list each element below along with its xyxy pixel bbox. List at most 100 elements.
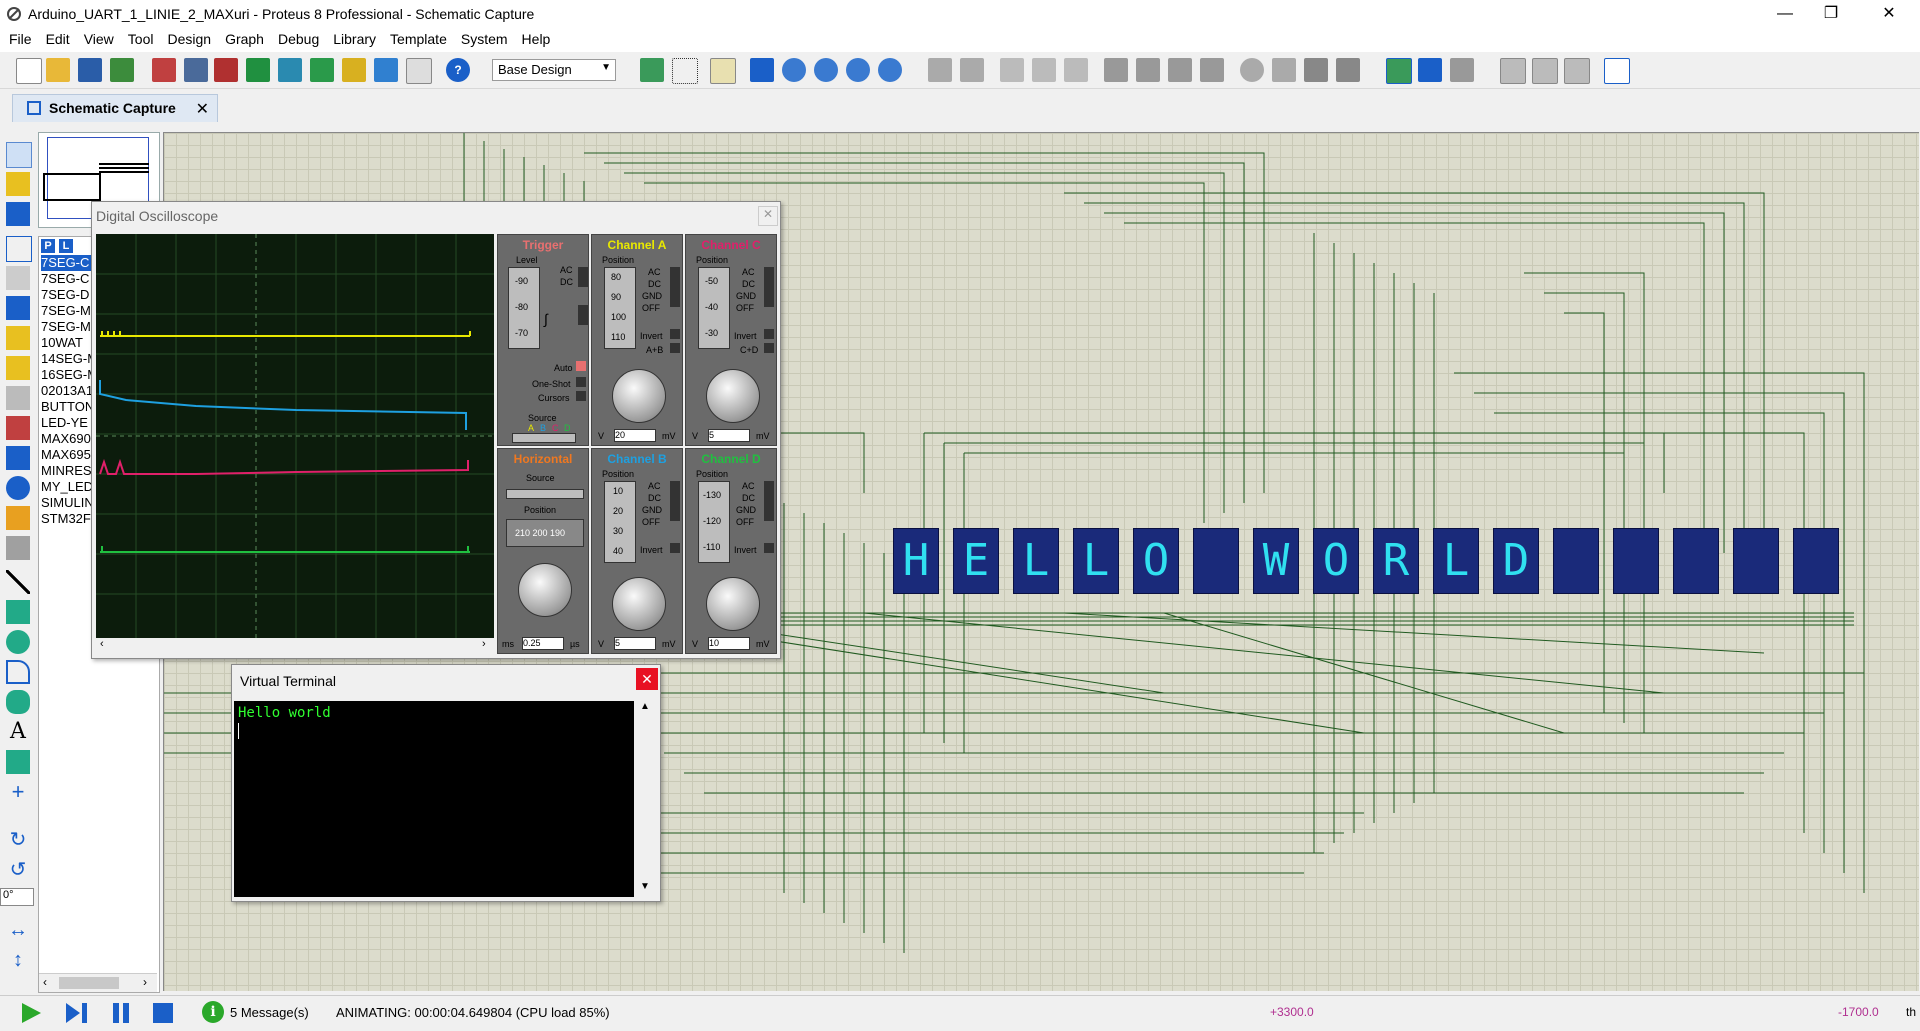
- line-tool-icon[interactable]: [6, 570, 30, 594]
- save-icon[interactable]: [78, 58, 102, 82]
- virtual-instruments-icon[interactable]: [6, 536, 30, 560]
- close-tab-icon[interactable]: ✕: [196, 99, 209, 119]
- scroll-right-icon[interactable]: ›: [482, 638, 486, 650]
- scroll-right-icon[interactable]: ›: [143, 975, 147, 989]
- channel-d-invert-button[interactable]: [764, 543, 774, 553]
- rotate-anticlockwise-icon[interactable]: ↺: [6, 858, 30, 882]
- cut-icon[interactable]: [1000, 58, 1024, 82]
- channel-d-gain-knob[interactable]: [706, 577, 760, 631]
- refresh-icon[interactable]: [640, 58, 664, 82]
- help-icon[interactable]: ?: [446, 58, 470, 82]
- menu-design[interactable]: Design: [160, 28, 218, 50]
- text-script-icon[interactable]: [6, 266, 30, 290]
- bom-icon[interactable]: [310, 58, 334, 82]
- horizontal-source-slider[interactable]: [506, 489, 584, 499]
- library-manager-button[interactable]: L: [59, 239, 73, 253]
- home-icon[interactable]: [152, 58, 176, 82]
- one-shot-button[interactable]: [576, 377, 586, 387]
- scroll-up-icon[interactable]: ▲: [640, 701, 650, 712]
- scroll-left-icon[interactable]: ‹: [43, 975, 47, 989]
- menu-file[interactable]: File: [2, 28, 39, 50]
- menu-view[interactable]: View: [77, 28, 121, 50]
- path-tool-icon[interactable]: [6, 690, 30, 714]
- pan-icon[interactable]: [750, 58, 774, 82]
- device-panel-scrollbar[interactable]: ‹ ›: [39, 973, 157, 992]
- property-tool-icon[interactable]: [1450, 58, 1474, 82]
- channel-c-invert-button[interactable]: [764, 329, 774, 339]
- terminal-screen[interactable]: Hello world: [234, 701, 634, 897]
- channel-a-invert-button[interactable]: [670, 329, 680, 339]
- marker-tool-icon[interactable]: +: [6, 780, 30, 804]
- tape-recorder-icon[interactable]: [6, 446, 30, 470]
- menu-system[interactable]: System: [454, 28, 515, 50]
- channel-c-sum-button[interactable]: [764, 343, 774, 353]
- channel-a-mode-switch[interactable]: [670, 267, 680, 307]
- pick-device-icon[interactable]: [1240, 58, 1264, 82]
- zoom-area-icon[interactable]: [878, 58, 902, 82]
- schematic-icon[interactable]: [184, 58, 208, 82]
- channel-c-position-dial[interactable]: -50 -40 -30: [698, 267, 730, 349]
- source-slider[interactable]: [512, 433, 576, 443]
- stop-icon[interactable]: [152, 1002, 174, 1024]
- edge-switch[interactable]: [578, 305, 588, 325]
- generator-icon[interactable]: [6, 476, 30, 500]
- maximize-button[interactable]: ❐: [1808, 0, 1854, 28]
- mirror-x-icon[interactable]: ↔: [6, 918, 30, 942]
- channel-b-gain-knob[interactable]: [612, 577, 666, 631]
- design-select[interactable]: Base Design ▼: [492, 59, 616, 81]
- wire-autorouter-icon[interactable]: [1386, 58, 1412, 84]
- box-tool-icon[interactable]: [6, 600, 30, 624]
- menu-graph[interactable]: Graph: [218, 28, 271, 50]
- terminals-icon[interactable]: [6, 356, 30, 380]
- channel-a-gain-knob[interactable]: [612, 369, 666, 423]
- channel-b-invert-button[interactable]: [670, 543, 680, 553]
- terminal-scrollbar[interactable]: ▲ ▼: [634, 701, 656, 897]
- new-file-icon[interactable]: [16, 58, 42, 84]
- rotate-clockwise-icon[interactable]: ↻: [6, 828, 30, 852]
- channel-a-position-dial[interactable]: 80 90 100 110: [604, 267, 636, 349]
- step-icon[interactable]: [64, 1002, 90, 1024]
- channel-d-position-dial[interactable]: -130 -120 -110: [698, 481, 730, 563]
- close-oscilloscope-icon[interactable]: ✕: [758, 206, 778, 226]
- block-copy-icon[interactable]: [1104, 58, 1128, 82]
- buses-icon[interactable]: [6, 296, 30, 320]
- exit-to-parent-icon[interactable]: [1564, 58, 1590, 84]
- menu-tool[interactable]: Tool: [121, 28, 161, 50]
- new-sheet-icon[interactable]: [1500, 58, 1526, 84]
- close-terminal-icon[interactable]: ✕: [636, 668, 658, 690]
- menu-library[interactable]: Library: [326, 28, 383, 50]
- electrical-rule-check-icon[interactable]: [1604, 58, 1630, 84]
- zoom-in-icon[interactable]: [782, 58, 806, 82]
- channel-c-mode-switch[interactable]: [764, 267, 774, 307]
- block-rotate-icon[interactable]: [1168, 58, 1192, 82]
- redo-icon[interactable]: [960, 58, 984, 82]
- voltage-probe-icon[interactable]: [6, 506, 30, 530]
- notes-icon[interactable]: [406, 58, 432, 84]
- subcircuit-icon[interactable]: [6, 326, 30, 350]
- copy-icon[interactable]: [1032, 58, 1056, 82]
- gerber-icon[interactable]: [246, 58, 270, 82]
- selection-mode-icon[interactable]: [6, 142, 32, 168]
- oscilloscope-scrollbar[interactable]: ‹ ›: [96, 638, 494, 652]
- info-icon[interactable]: i: [202, 1001, 224, 1023]
- auto-button[interactable]: [576, 361, 586, 371]
- play-icon[interactable]: [20, 1002, 42, 1024]
- circle-tool-icon[interactable]: [6, 630, 30, 654]
- block-move-icon[interactable]: [1136, 58, 1160, 82]
- search-tag-icon[interactable]: [1418, 58, 1442, 82]
- channel-d-mode-switch[interactable]: [764, 481, 774, 521]
- zoom-all-icon[interactable]: [846, 58, 870, 82]
- channel-b-mode-switch[interactable]: [670, 481, 680, 521]
- scroll-down-icon[interactable]: ▼: [640, 881, 650, 892]
- menu-help[interactable]: Help: [515, 28, 558, 50]
- binary-icon[interactable]: [374, 58, 398, 82]
- block-delete-icon[interactable]: [1200, 58, 1224, 82]
- menu-template[interactable]: Template: [383, 28, 454, 50]
- menu-debug[interactable]: Debug: [271, 28, 326, 50]
- digital-oscilloscope-window[interactable]: Digital Oscilloscope ✕ ‹ › Trigger Level…: [91, 201, 781, 659]
- undo-icon[interactable]: [928, 58, 952, 82]
- wire-label-icon[interactable]: [6, 236, 32, 262]
- graph-mode-icon[interactable]: [6, 416, 30, 440]
- symbol-tool-icon[interactable]: [6, 750, 30, 774]
- device-pins-icon[interactable]: [6, 386, 30, 410]
